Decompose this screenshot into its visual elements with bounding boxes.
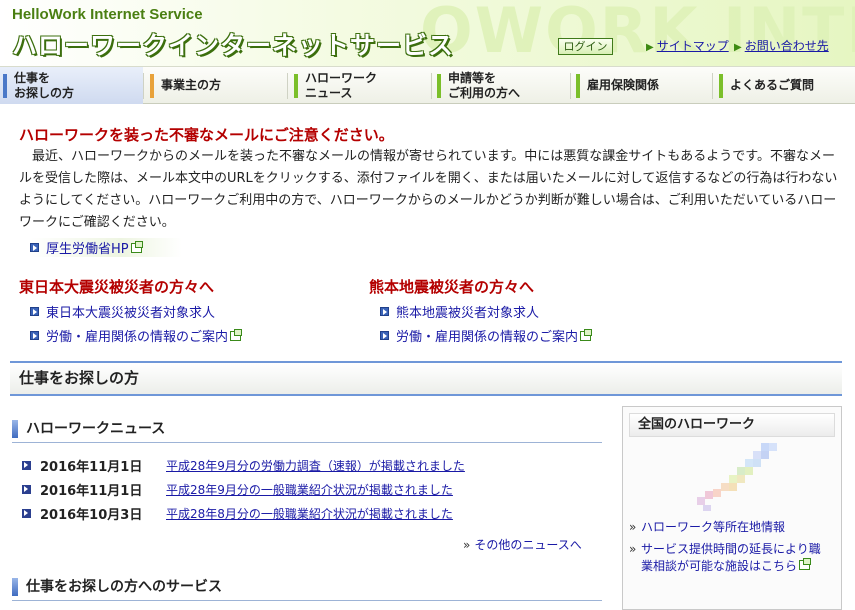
section-title: 仕事をお探しの方 [10, 364, 842, 394]
external-window-icon [230, 328, 243, 341]
east-japan-labor-info-link-label[interactable]: 労働・雇用関係の情報のご案内 [46, 326, 228, 345]
nav-item-employment-insurance[interactable]: 雇用保険関係 [573, 67, 709, 104]
nav-divider [431, 73, 432, 99]
double-chevron-icon: » [463, 538, 471, 552]
contact-link[interactable]: ▶ お問い合わせ先 [734, 37, 829, 54]
nav-item-news[interactable]: ハローワーク ニュース [291, 67, 431, 104]
section-divider-top [10, 361, 842, 363]
double-chevron-icon: » [629, 520, 637, 534]
brand-logo-en[interactable]: HelloWork Internet Service [12, 6, 203, 23]
link-bullet-icon [30, 307, 39, 316]
east-japan-jobs-link[interactable]: 東日本大震災被災者対象求人 [30, 302, 215, 321]
sitemap-link-label[interactable]: サイトマップ [657, 39, 729, 53]
arrow-right-icon: ▶ [646, 42, 654, 53]
arrow-right-icon [22, 484, 31, 494]
external-window-icon [799, 558, 812, 570]
services-heading-label: 仕事をお探しの方へのサービス [26, 579, 222, 595]
nav-divider [570, 73, 571, 99]
more-news-link-label[interactable]: その他のニュースへ [474, 538, 581, 552]
alert-title: ハローワークを装った不審なメールにご注意ください。 [19, 126, 394, 144]
nav-item-marker [719, 74, 723, 98]
side-link-locations-label[interactable]: ハローワーク等所在地情報 [641, 520, 785, 534]
alert-body: 最近、ハローワークからのメールを装った不審なメールの情報が寄せられています。中に… [19, 149, 838, 230]
double-chevron-icon: » [629, 542, 637, 556]
header-watermark: OWORK INTERNE [420, 0, 855, 66]
services-heading: 仕事をお探しの方へのサービス [12, 576, 602, 601]
link-bullet-icon [30, 331, 39, 340]
nav-item-faq[interactable]: よくあるご質問 [716, 67, 855, 104]
news-heading: ハローワークニュース [12, 418, 602, 443]
nav-item-label: 申請等を ご利用の方へ [448, 70, 521, 100]
news-heading-label: ハローワークニュース [26, 421, 166, 437]
news-title-link[interactable]: 平成28年9月分の労働力調査（速報）が掲載されました [166, 457, 465, 474]
link-bullet-icon [380, 331, 389, 340]
nav-divider [287, 73, 288, 99]
site-header: OWORK INTERNE HelloWork Internet Service… [0, 0, 855, 66]
kumamoto-jobs-link[interactable]: 熊本地震被災者対象求人 [380, 302, 539, 321]
nav-item-label: 事業主の方 [161, 78, 222, 92]
side-link-extended-hours[interactable]: » サービス提供時間の延長により職業相談が可能な施設はこちら [629, 541, 823, 575]
nationwide-hellowork-box: 全国のハローワーク » ハローワーク等所在地情報 » サービス提供時間の延長によ… [622, 406, 842, 610]
japan-map-icon[interactable] [677, 439, 787, 519]
nav-item-job-seekers[interactable]: 仕事を お探しの方 [0, 67, 143, 104]
nav-item-label: よくあるご質問 [730, 78, 815, 92]
nav-item-marker [294, 74, 298, 98]
mhlw-hp-link-label[interactable]: 厚生労働省HP [46, 238, 129, 257]
nav-divider [143, 73, 144, 99]
heading-marker [12, 578, 18, 596]
nav-item-label: 仕事を お探しの方 [14, 70, 75, 100]
external-window-icon [130, 240, 143, 253]
kumamoto-quake-title: 熊本地震被災者の方々へ [369, 278, 535, 296]
kumamoto-labor-info-link[interactable]: 労働・雇用関係の情報のご案内 [380, 326, 593, 345]
nav-item-marker [3, 74, 7, 98]
kumamoto-jobs-link-label[interactable]: 熊本地震被災者対象求人 [396, 302, 539, 321]
external-window-icon [580, 328, 593, 341]
brand-logo-ja[interactable]: ハローワークインターネットサービス [12, 26, 454, 62]
nav-divider [712, 73, 713, 99]
nav-item-marker [150, 74, 154, 98]
sitemap-link[interactable]: ▶ サイトマップ [646, 37, 729, 54]
nav-item-label: ハローワーク ニュース [305, 70, 378, 100]
nav-item-marker [437, 74, 441, 98]
link-bullet-icon [380, 307, 389, 316]
global-nav: 仕事を お探しの方 事業主の方 ハローワーク ニュース 申請等を ご利用の方へ 雇用保… [0, 66, 855, 104]
side-box-title: 全国のハローワーク [629, 413, 835, 437]
arrow-right-icon [22, 460, 31, 470]
contact-link-label[interactable]: お問い合わせ先 [745, 39, 829, 53]
nav-item-marker [576, 74, 580, 98]
side-link-extended-hours-label[interactable]: サービス提供時間の延長により職業相談が可能な施設はこちら [641, 542, 821, 573]
news-title-link[interactable]: 平成28年9月分の一般職業紹介状況が掲載されました [166, 481, 453, 498]
arrow-right-icon: ▶ [734, 42, 742, 53]
news-date: 2016年11月1日 [40, 483, 143, 499]
east-japan-quake-title: 東日本大震災被災者の方々へ [19, 278, 215, 296]
heading-marker [12, 420, 18, 438]
east-japan-labor-info-link[interactable]: 労働・雇用関係の情報のご案内 [30, 326, 243, 345]
side-link-locations[interactable]: » ハローワーク等所在地情報 [629, 519, 823, 536]
kumamoto-labor-info-link-label[interactable]: 労働・雇用関係の情報のご案内 [396, 326, 578, 345]
more-news-link[interactable]: » その他のニュースへ [463, 536, 582, 553]
mhlw-hp-link[interactable]: 厚生労働省HP [30, 238, 182, 257]
news-item: 2016年11月1日 平成28年9月分の一般職業紹介状況が掲載されました [22, 480, 453, 499]
nav-item-label: 雇用保険関係 [587, 78, 660, 92]
login-button[interactable]: ログイン [558, 38, 613, 55]
news-title-link[interactable]: 平成28年8月分の一般職業紹介状況が掲載されました [166, 505, 453, 522]
news-date: 2016年10月3日 [40, 507, 143, 523]
east-japan-jobs-link-label[interactable]: 東日本大震災被災者対象求人 [46, 302, 215, 321]
news-item: 2016年11月1日 平成28年9月分の労働力調査（速報）が掲載されました [22, 456, 465, 475]
nav-item-employers[interactable]: 事業主の方 [147, 67, 287, 104]
arrow-right-icon [22, 508, 31, 518]
nav-item-applications[interactable]: 申請等を ご利用の方へ [434, 67, 570, 104]
news-date: 2016年11月1日 [40, 459, 143, 475]
section-divider-bottom [10, 394, 842, 396]
news-item: 2016年10月3日 平成28年8月分の一般職業紹介状況が掲載されました [22, 504, 453, 523]
link-bullet-icon [30, 243, 39, 252]
